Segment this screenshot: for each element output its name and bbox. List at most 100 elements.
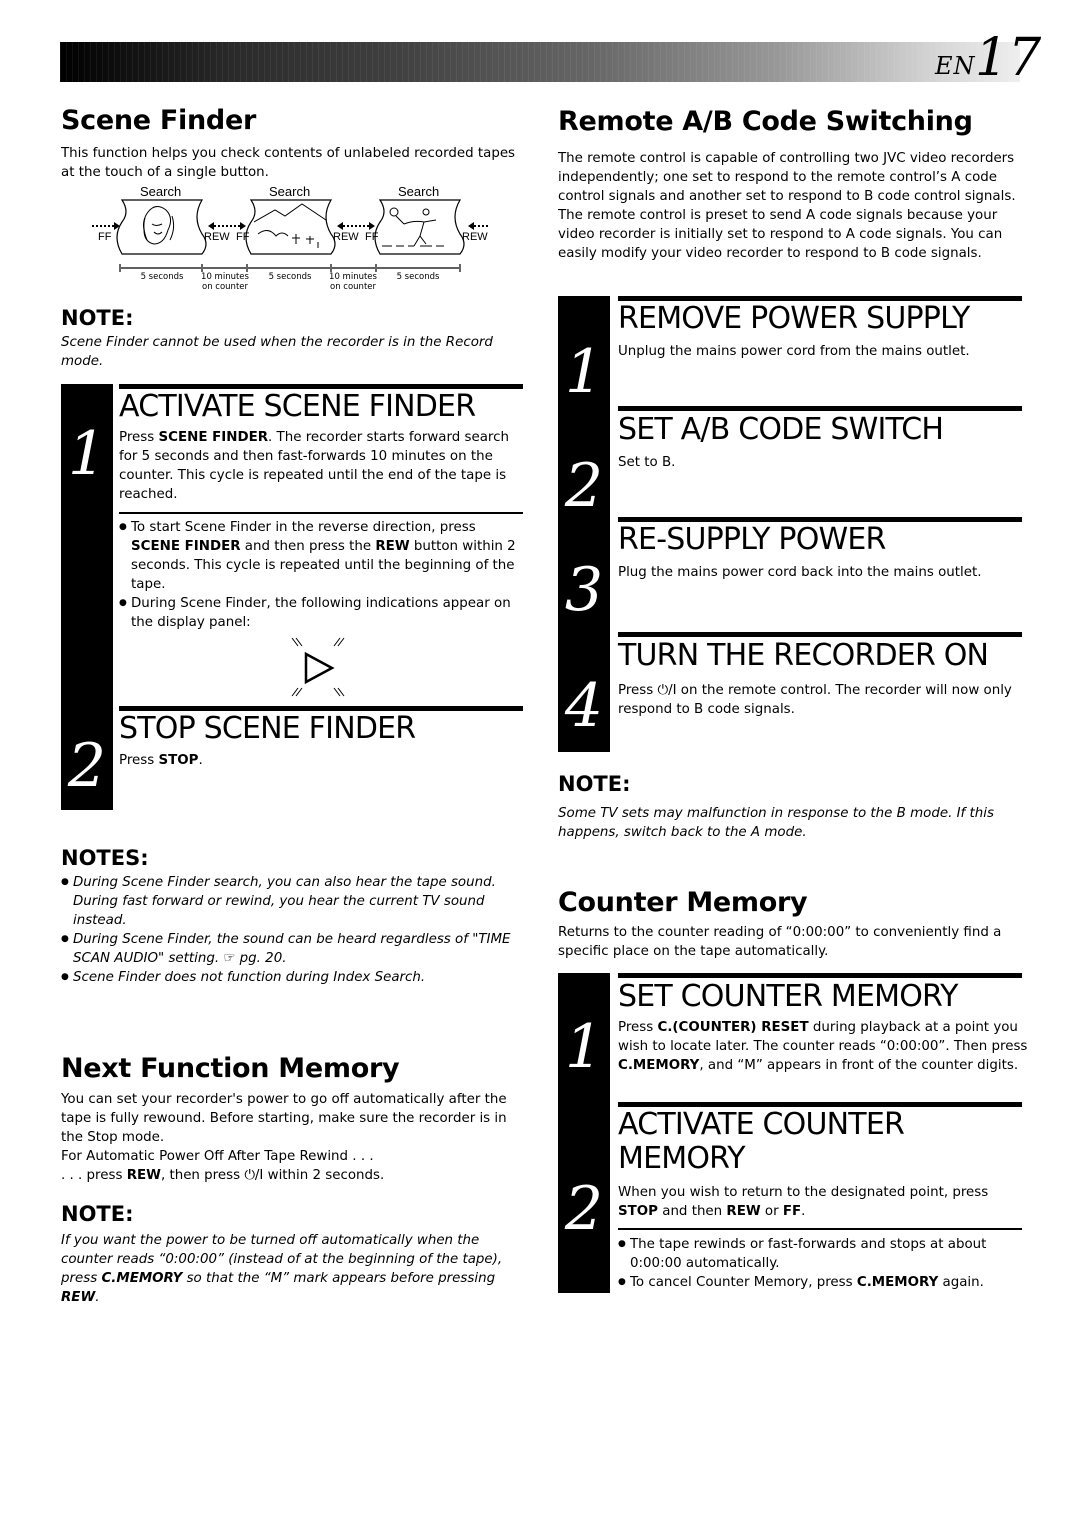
next-function-note-title: NOTE: xyxy=(61,1202,134,1226)
bullet-text: again. xyxy=(938,1275,984,1290)
bullet-cancel: To cancel Counter Memory, press C.MEMORY… xyxy=(618,1273,1028,1292)
scene-finder-title: Scene Finder xyxy=(61,105,256,136)
search-label-2: Search xyxy=(269,184,311,199)
bullet-text: The tape rewinds or fast-forwards and st… xyxy=(630,1237,987,1271)
ab-step-2-rule xyxy=(618,406,1022,411)
step-2-heading: STOP SCENE FINDER xyxy=(119,711,416,746)
remote-ab-intro: The remote control is capable of control… xyxy=(558,151,1016,261)
ab-step-3-body: Plug the mains power cord back into the … xyxy=(618,565,982,580)
counter-memory-intro: Returns to the counter reading of “0:00:… xyxy=(558,925,1002,959)
cm-step-2-body: When you wish to return to the designate… xyxy=(618,1183,1028,1221)
portrait-scene-icon xyxy=(143,206,175,245)
step-text: , and “M” appears in front of the counte… xyxy=(699,1058,1019,1073)
scene-finder-notes-title: NOTES: xyxy=(61,846,149,870)
ab-step-4-rule xyxy=(618,632,1022,637)
bullet-text: and then press the xyxy=(240,539,376,554)
ff-label-1: FF xyxy=(98,231,112,243)
cm-step-1-rule xyxy=(618,973,1022,978)
interval-label-2-line2: on counter xyxy=(202,282,248,292)
ab-step-2-heading: SET A/B CODE SWITCH xyxy=(618,412,944,447)
counter-memory-step-bar: 1 2 xyxy=(558,973,610,1293)
interval-label-2-line1: 10 minutes xyxy=(201,272,249,282)
scene-finder-step-bar: 1 2 xyxy=(61,384,113,810)
tape-frame-2 xyxy=(245,199,336,255)
step-number-1: 1 xyxy=(564,337,604,407)
page-header-band xyxy=(60,42,1020,82)
instruction-text-cont: , then press ⏻/I within 2 seconds. xyxy=(160,1168,385,1183)
cm-step-2-divider xyxy=(618,1228,1022,1230)
rew-button-ref: REW xyxy=(61,1290,96,1305)
step-2-body: Press STOP. xyxy=(119,751,203,770)
cmemory-button-ref: C.MEMORY xyxy=(101,1271,183,1286)
bullet-bold: REW xyxy=(375,539,410,554)
remote-ab-step-bar: 1 2 3 4 xyxy=(558,296,610,752)
ff-button-ref: FF xyxy=(782,1204,802,1219)
remote-ab-title: Remote A/B Code Switching xyxy=(558,106,973,137)
next-function-memory-title: Next Function Memory xyxy=(61,1053,400,1084)
step-number-2: 2 xyxy=(67,731,107,801)
ab-step-4-heading: TURN THE RECORDER ON xyxy=(618,638,989,673)
bullet-text: To start Scene Finder in the reverse dir… xyxy=(131,520,476,535)
bullet-reverse-direction: To start Scene Finder in the reverse dir… xyxy=(119,518,525,594)
counter-memory-title: Counter Memory xyxy=(558,887,808,918)
step-text: or xyxy=(760,1204,783,1219)
instruction-text: . . . press xyxy=(61,1168,127,1183)
note-item: During Scene Finder, the sound can be he… xyxy=(61,930,531,968)
stop-button-ref: STOP xyxy=(618,1204,658,1219)
step-1-heading: ACTIVATE SCENE FINDER xyxy=(119,389,476,424)
bullet-display-indications: During Scene Finder, the following indic… xyxy=(119,594,525,632)
rew-label-1: REW xyxy=(204,231,230,243)
remote-ab-note-text: Some TV sets may malfunction in response… xyxy=(558,806,994,840)
step-number-1: 1 xyxy=(564,1012,604,1082)
scene-finder-note-title: NOTE: xyxy=(61,306,134,330)
interval-label-4-line1: 10 minutes xyxy=(329,272,377,282)
interval-label-3: 5 seconds xyxy=(268,272,312,282)
ab-step-2-body: Set to B. xyxy=(618,455,676,470)
search-label-1: Search xyxy=(140,184,182,199)
ab-step-4-body: Press ⏻/I on the remote control. The rec… xyxy=(618,683,1012,717)
cm-step-2-heading-line2: MEMORY xyxy=(618,1141,746,1176)
step-number-1: 1 xyxy=(67,419,107,489)
remote-ab-note-title: NOTE: xyxy=(558,772,631,796)
interval-label-5: 5 seconds xyxy=(396,272,440,282)
bullet-auto-stop: The tape rewinds or fast-forwards and st… xyxy=(618,1235,1028,1273)
step-text: When you wish to return to the designate… xyxy=(618,1185,989,1200)
bullet-text: To cancel Counter Memory, press xyxy=(630,1275,857,1290)
step-2-body-text: Press xyxy=(119,753,159,768)
counter-reset-button-ref: C.(COUNTER) RESET xyxy=(657,1020,809,1035)
step-text: . xyxy=(801,1204,806,1219)
cm-step-2-bullets: The tape rewinds or fast-forwards and st… xyxy=(618,1235,1028,1292)
mountain-scene-icon xyxy=(253,203,327,248)
rew-label-2: REW xyxy=(333,231,359,243)
bullet-text: During Scene Finder, the following indic… xyxy=(131,596,511,630)
cm-step-2-heading-line1: ACTIVATE COUNTER xyxy=(618,1107,905,1142)
auto-power-off-line: For Automatic Power Off After Tape Rewin… xyxy=(61,1149,374,1164)
step-number-2: 2 xyxy=(564,451,604,521)
step-1-bullets: To start Scene Finder in the reverse dir… xyxy=(119,518,525,632)
step-text: Press xyxy=(618,1020,658,1035)
cmemory-button-ref: C.MEMORY xyxy=(618,1058,700,1073)
cm-step-1-body: Press C.(COUNTER) RESET during playback … xyxy=(618,1018,1028,1075)
stop-button-ref: STOP xyxy=(158,753,199,768)
step-2-body-text-cont: . xyxy=(198,753,203,768)
tape-frame-1 xyxy=(116,199,207,255)
tennis-scene-icon xyxy=(382,207,444,247)
scene-finder-intro: This function helps you check contents o… xyxy=(61,146,516,180)
search-label-3: Search xyxy=(398,184,440,199)
language-code: EN xyxy=(935,52,976,80)
scene-finder-diagram: Search Search Search FF REW FF REW FF RE… xyxy=(90,182,510,294)
scene-finder-notes-list: During Scene Finder search, you can also… xyxy=(61,873,531,987)
next-function-note-text: If you want the power to be turned off a… xyxy=(61,1231,526,1307)
note-item: During Scene Finder search, you can also… xyxy=(61,873,531,930)
ff-label-3: FF xyxy=(365,231,379,243)
interval-label-2: 10 minutes on counter xyxy=(200,272,250,292)
cm-step-1-heading: SET COUNTER MEMORY xyxy=(618,979,958,1014)
blinking-play-indicator-icon xyxy=(288,636,348,698)
step-1-divider xyxy=(119,512,523,514)
ab-step-3-heading: RE-SUPPLY POWER xyxy=(618,522,886,557)
interval-label-4: 10 minutes on counter xyxy=(328,272,378,292)
scene-finder-button-ref: SCENE FINDER xyxy=(158,430,269,445)
note-item: Scene Finder does not function during In… xyxy=(61,968,531,987)
page-number: 17 xyxy=(975,28,1042,88)
interval-label-4-line2: on counter xyxy=(330,282,376,292)
